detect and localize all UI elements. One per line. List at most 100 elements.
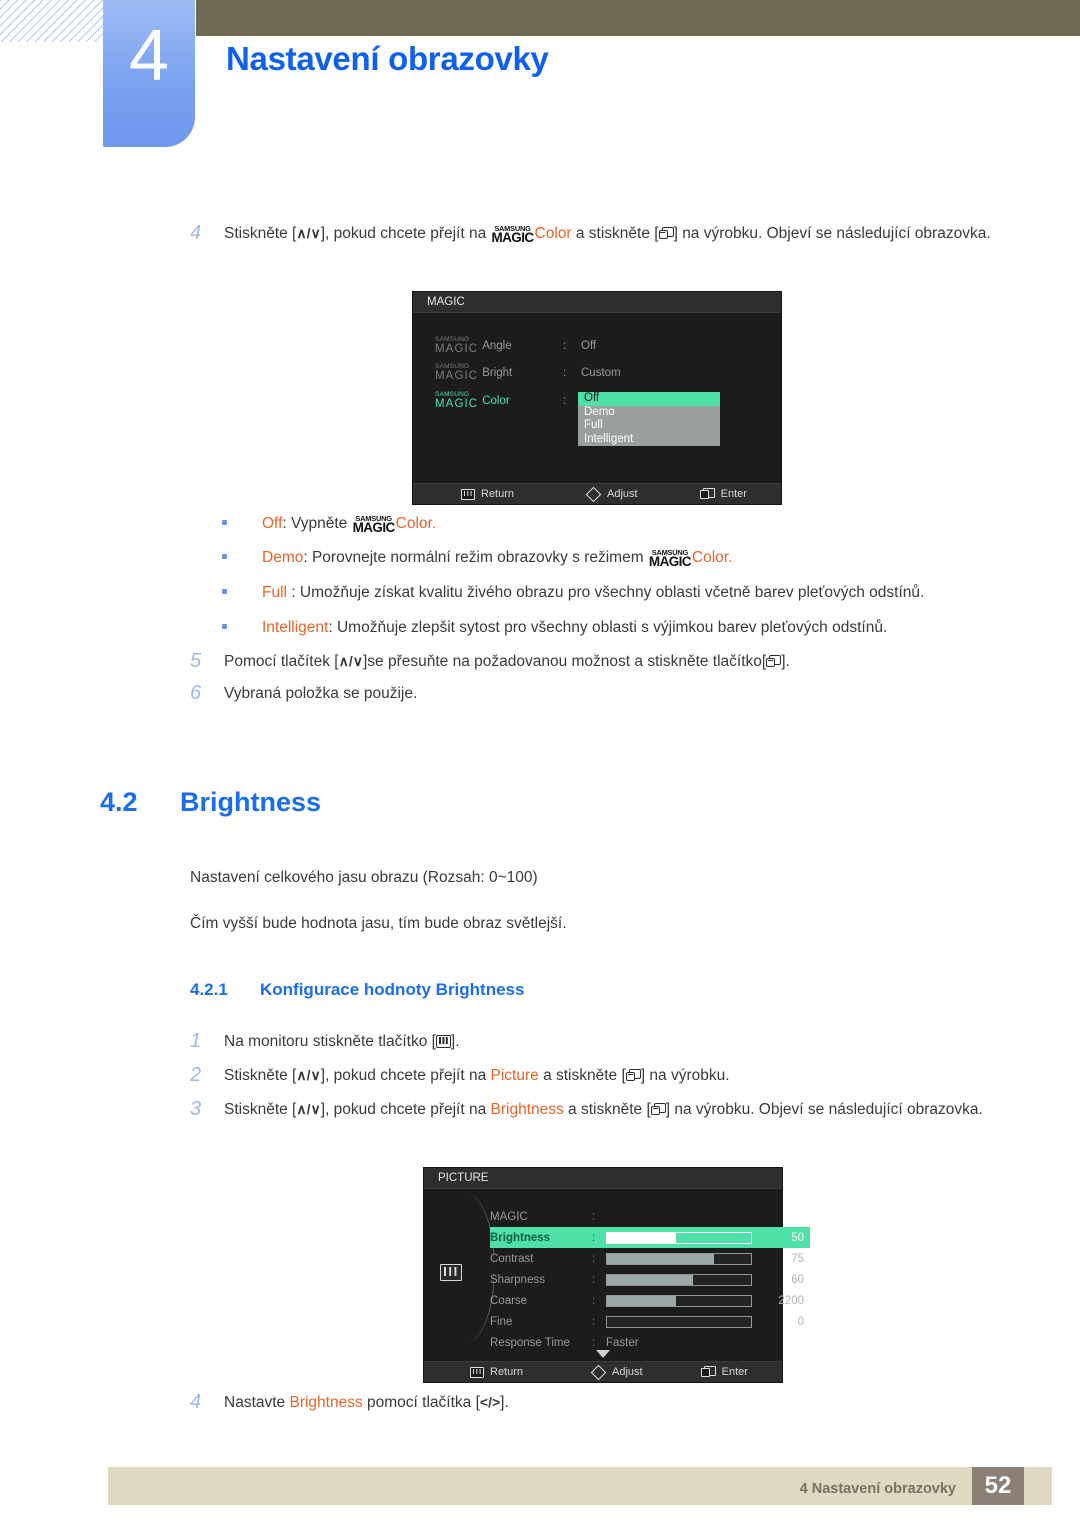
osd-return-button[interactable]: Return (461, 488, 514, 500)
step-text-part3: a stiskněte [ (571, 225, 659, 242)
page-title: Nastavení obrazovky (226, 40, 549, 77)
list-item: Intelligent: Umožňuje zlepšit sytost pro… (222, 616, 1080, 640)
osd-row-label: MAGIC (490, 1210, 528, 1223)
osd-return-button[interactable]: Return (470, 1366, 523, 1378)
chevron-down-icon[interactable] (596, 1350, 610, 1358)
section-number: 4.2 (100, 787, 138, 817)
updown-key-glyph: ∧/∨ (296, 1101, 321, 1117)
osd-row-value: 2200 (778, 1294, 804, 1307)
bullet-term: Off (262, 515, 283, 532)
bullet-marker (222, 512, 262, 536)
osd-row-label: Coarse (490, 1294, 528, 1307)
osd-row-label: Contrast (490, 1252, 534, 1265)
updown-key-glyph: ∧/∨ (338, 653, 363, 669)
osd-row-sharpness[interactable]: Sharpness : 60 (490, 1269, 810, 1290)
osd-row-contrast[interactable]: Contrast : 75 (490, 1248, 810, 1269)
step-number: 4 (190, 222, 202, 244)
brightness-slider[interactable] (606, 1231, 752, 1244)
step-5: 5 Pomocí tlačítek [∧/∨]se přesuňte na po… (190, 648, 1050, 675)
updown-key-glyph: ∧/∨ (296, 1067, 321, 1083)
list-item-text: Full : Umožňuje získat kvalitu živého ob… (262, 581, 924, 605)
bullet-term: Full (262, 584, 287, 601)
step-text-part2: ]. (450, 1033, 460, 1050)
samsung-magic-logo: SAMSUNG MAGIC (435, 336, 479, 355)
dropdown-option-full[interactable]: Full (578, 419, 720, 433)
menu-icon (461, 488, 475, 500)
contrast-slider[interactable] (606, 1252, 752, 1265)
osd-colon: : (592, 1315, 596, 1328)
step-number: 2 (190, 1064, 202, 1086)
diamond-icon (590, 1364, 607, 1380)
step-text: Vybraná položka se použije. (224, 685, 418, 702)
osd-row-fine[interactable]: Fine : 0 (490, 1311, 810, 1332)
picture-keyword: Picture (490, 1067, 539, 1084)
osd-footer-bar: Return Adjust Enter (424, 1361, 782, 1382)
osd-adjust-label: Adjust (612, 1366, 643, 1378)
osd-enter-button[interactable]: Enter (699, 488, 747, 500)
osd-colon: : (563, 340, 567, 352)
chapter-number: 4 (128, 16, 170, 96)
step-text-part2: ], pokud chcete přejít na (320, 225, 491, 242)
osd-colon: : (592, 1252, 596, 1265)
osd-row-value: 50 (791, 1231, 804, 1244)
osd-enter-button[interactable]: Enter (700, 1366, 748, 1378)
coarse-slider[interactable] (606, 1294, 752, 1307)
fine-slider[interactable] (606, 1315, 752, 1328)
bullet-body: : Porovnejte normální režim obrazovky s … (303, 549, 648, 566)
list-item: Full : Umožňuje získat kvalitu živého ob… (222, 581, 1080, 605)
enter-key-icon (766, 655, 782, 668)
bullet-marker (222, 546, 262, 570)
menu-key-icon (435, 1035, 451, 1048)
enter-key-icon (625, 1069, 641, 1082)
step-text-part1: Stiskněte [ (224, 1067, 297, 1084)
step-text-part3: ]. (500, 1394, 509, 1411)
list-item: Off: Vypněte SAMSUNG MAGIC Color. (222, 512, 1042, 536)
step-1: 1 Na monitoru stiskněte tlačítko []. (190, 1028, 1050, 1055)
osd-row-label: Bright (482, 367, 513, 379)
color-keyword: Color (395, 515, 432, 532)
osd-row-color[interactable]: SAMSUNG MAGIC Color (435, 391, 510, 410)
dropdown-option-demo[interactable]: Demo (578, 406, 720, 420)
diamond-icon (585, 486, 602, 502)
osd-colon: : (592, 1231, 596, 1244)
sharpness-slider[interactable] (606, 1273, 752, 1286)
bullet-tail: . (431, 515, 437, 532)
osd-row-bright[interactable]: SAMSUNG MAGIC Bright (435, 363, 513, 382)
step-4b: 4 Nastavte Brightness pomocí tlačítka [<… (190, 1389, 1050, 1416)
bullet-term: Intelligent (262, 619, 329, 636)
dropdown-option-off[interactable]: Off (578, 392, 720, 406)
osd-row-brightness[interactable]: Brightness : 50 (490, 1227, 810, 1248)
osd-footer-bar: Return Adjust Enter (413, 483, 781, 504)
bullet-term: Demo (262, 549, 304, 566)
osd-row-value: Off (581, 340, 597, 352)
osd-colon: : (563, 395, 567, 407)
samsung-magic-logo: SAMSUNG MAGIC (491, 223, 535, 245)
step-number: 1 (190, 1030, 202, 1052)
osd-row-response-time[interactable]: Response Time : Faster (490, 1332, 810, 1353)
osd-row-magic[interactable]: MAGIC : (490, 1206, 810, 1227)
osd-row-value: 75 (791, 1252, 804, 1265)
osd-adjust-button[interactable]: Adjust (585, 486, 638, 502)
subsection-number: 4.2.1 (190, 980, 228, 999)
bullet-body: : Umožňuje zlepšit sytost pro všechny ob… (328, 619, 888, 636)
osd-row-coarse[interactable]: Coarse : 2200 (490, 1290, 810, 1311)
dropdown-option-intelligent[interactable]: Intelligent (578, 433, 720, 447)
list-item-text: Off: Vypněte SAMSUNG MAGIC Color. (262, 512, 436, 536)
step-number: 6 (190, 682, 202, 704)
osd-adjust-button[interactable]: Adjust (590, 1364, 643, 1380)
step-text-part4: ] na výrobku. Objeví se následující obra… (673, 225, 991, 242)
brightness-keyword: Brightness (490, 1101, 564, 1118)
step-text-part3: a stiskněte [ (538, 1067, 626, 1084)
step-text-part3: a stiskněte [ (563, 1101, 651, 1118)
osd-row-label: Response Time (490, 1336, 570, 1349)
osd-row-angle[interactable]: SAMSUNG MAGIC Angle (435, 336, 512, 355)
samsung-magic-logo: SAMSUNG MAGIC (435, 363, 479, 382)
section-paragraph-1: Nastavení celkového jasu obrazu (Rozsah:… (190, 869, 538, 886)
bullet-marker (222, 581, 262, 605)
osd-picture-menu: PICTURE MAGIC : Brightness : 50 Contrast… (424, 1168, 810, 1382)
step-6: 6 Vybraná položka se použije. (190, 680, 1050, 707)
osd-color-dropdown[interactable]: Off Demo Full Intelligent (578, 392, 720, 446)
step-text-part3: ]. (781, 653, 790, 670)
osd-magic-title: MAGIC (413, 292, 781, 313)
step-text-part2: ]se přesuňte na požadovanou možnost a st… (362, 653, 767, 670)
